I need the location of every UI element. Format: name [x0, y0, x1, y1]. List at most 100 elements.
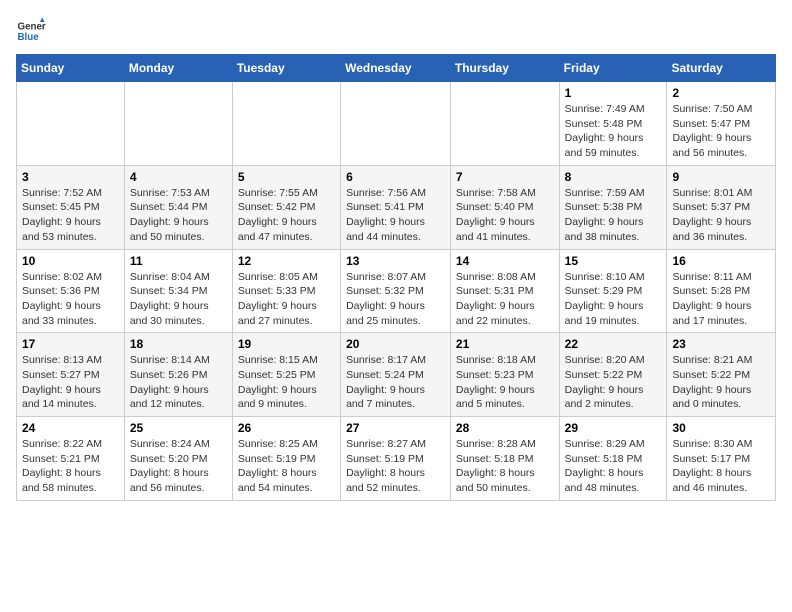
day-number: 6 [346, 170, 445, 184]
calendar-cell: 11 Sunrise: 8:04 AMSunset: 5:34 PMDayligh… [124, 249, 232, 333]
day-info: Sunrise: 8:27 AMSunset: 5:19 PMDaylight:… [346, 437, 445, 496]
day-number: 5 [238, 170, 335, 184]
day-number: 4 [130, 170, 227, 184]
day-number: 18 [130, 337, 227, 351]
calendar-cell: 15 Sunrise: 8:10 AMSunset: 5:29 PMDayligh… [559, 249, 667, 333]
day-info: Sunrise: 8:30 AMSunset: 5:17 PMDaylight:… [672, 437, 770, 496]
logo-icon: General Blue [16, 16, 46, 46]
day-number: 13 [346, 254, 445, 268]
day-info: Sunrise: 8:29 AMSunset: 5:18 PMDaylight:… [565, 437, 662, 496]
calendar-cell: 24Sunrise: 8:22 AMSunset: 5:21 PMDayligh… [17, 417, 125, 501]
day-number: 3 [22, 170, 119, 184]
day-info: Sunrise: 8:24 AMSunset: 5:20 PMDaylight:… [130, 437, 227, 496]
calendar-cell: 8 Sunrise: 7:59 AMSunset: 5:38 PMDaylight… [559, 165, 667, 249]
calendar-cell: 1 Sunrise: 7:49 AMSunset: 5:48 PMDaylight… [559, 82, 667, 166]
calendar-cell [232, 82, 340, 166]
calendar-cell: 13 Sunrise: 8:07 AMSunset: 5:32 PMDayligh… [341, 249, 451, 333]
day-number: 12 [238, 254, 335, 268]
svg-text:General: General [18, 22, 47, 33]
day-info: Sunrise: 7:58 AMSunset: 5:40 PMDaylight:… [456, 186, 554, 245]
day-info: Sunrise: 8:08 AMSunset: 5:31 PMDaylight:… [456, 270, 554, 329]
day-info: Sunrise: 7:55 AMSunset: 5:42 PMDaylight:… [238, 186, 335, 245]
day-number: 25 [130, 421, 227, 435]
day-info: Sunrise: 8:14 AMSunset: 5:26 PMDaylight:… [130, 353, 227, 412]
logo: General Blue [16, 16, 50, 46]
svg-text:Blue: Blue [18, 32, 40, 43]
calendar-cell: 29 Sunrise: 8:29 AMSunset: 5:18 PMDayligh… [559, 417, 667, 501]
day-info: Sunrise: 7:59 AMSunset: 5:38 PMDaylight:… [565, 186, 662, 245]
calendar-cell: 26Sunrise: 8:25 AMSunset: 5:19 PMDayligh… [232, 417, 340, 501]
day-info: Sunrise: 8:11 AMSunset: 5:28 PMDaylight:… [672, 270, 770, 329]
calendar-cell: 5 Sunrise: 7:55 AMSunset: 5:42 PMDaylight… [232, 165, 340, 249]
day-number: 15 [565, 254, 662, 268]
day-number: 21 [456, 337, 554, 351]
day-number: 24 [22, 421, 119, 435]
day-info: Sunrise: 8:01 AMSunset: 5:37 PMDaylight:… [672, 186, 770, 245]
weekday-header: Sunday [17, 55, 125, 82]
day-info: Sunrise: 8:04 AMSunset: 5:34 PMDaylight:… [130, 270, 227, 329]
calendar-week-row: 24Sunrise: 8:22 AMSunset: 5:21 PMDayligh… [17, 417, 776, 501]
day-info: Sunrise: 8:21 AMSunset: 5:22 PMDaylight:… [672, 353, 770, 412]
calendar-cell: 19 Sunrise: 8:15 AMSunset: 5:25 PMDayligh… [232, 333, 340, 417]
calendar-cell [450, 82, 559, 166]
day-info: Sunrise: 7:56 AMSunset: 5:41 PMDaylight:… [346, 186, 445, 245]
day-info: Sunrise: 7:49 AMSunset: 5:48 PMDaylight:… [565, 102, 662, 161]
weekday-header: Thursday [450, 55, 559, 82]
day-number: 14 [456, 254, 554, 268]
calendar-cell: 14 Sunrise: 8:08 AMSunset: 5:31 PMDayligh… [450, 249, 559, 333]
weekday-header: Monday [124, 55, 232, 82]
weekday-header: Friday [559, 55, 667, 82]
calendar-cell: 12 Sunrise: 8:05 AMSunset: 5:33 PMDayligh… [232, 249, 340, 333]
calendar-cell: 9Sunrise: 8:01 AMSunset: 5:37 PMDaylight… [667, 165, 776, 249]
calendar-cell: 21 Sunrise: 8:18 AMSunset: 5:23 PMDayligh… [450, 333, 559, 417]
calendar-cell: 16 Sunrise: 8:11 AMSunset: 5:28 PMDayligh… [667, 249, 776, 333]
day-info: Sunrise: 8:10 AMSunset: 5:29 PMDaylight:… [565, 270, 662, 329]
page-header: General Blue [16, 16, 776, 46]
calendar-cell [124, 82, 232, 166]
day-number: 22 [565, 337, 662, 351]
day-info: Sunrise: 8:28 AMSunset: 5:18 PMDaylight:… [456, 437, 554, 496]
calendar-cell: 4 Sunrise: 7:53 AMSunset: 5:44 PMDaylight… [124, 165, 232, 249]
calendar-week-row: 1 Sunrise: 7:49 AMSunset: 5:48 PMDaylight… [17, 82, 776, 166]
day-info: Sunrise: 8:18 AMSunset: 5:23 PMDaylight:… [456, 353, 554, 412]
day-info: Sunrise: 8:17 AMSunset: 5:24 PMDaylight:… [346, 353, 445, 412]
day-info: Sunrise: 7:53 AMSunset: 5:44 PMDaylight:… [130, 186, 227, 245]
day-number: 29 [565, 421, 662, 435]
day-number: 16 [672, 254, 770, 268]
weekday-header: Saturday [667, 55, 776, 82]
weekday-header-row: SundayMondayTuesdayWednesdayThursdayFrid… [17, 55, 776, 82]
calendar-cell: 28Sunrise: 8:28 AMSunset: 5:18 PMDayligh… [450, 417, 559, 501]
weekday-header: Wednesday [341, 55, 451, 82]
calendar-cell: 30 Sunrise: 8:30 AMSunset: 5:17 PMDayligh… [667, 417, 776, 501]
day-number: 8 [565, 170, 662, 184]
day-number: 23 [672, 337, 770, 351]
weekday-header: Tuesday [232, 55, 340, 82]
day-info: Sunrise: 8:13 AMSunset: 5:27 PMDaylight:… [22, 353, 119, 412]
day-info: Sunrise: 8:05 AMSunset: 5:33 PMDaylight:… [238, 270, 335, 329]
day-number: 1 [565, 86, 662, 100]
day-number: 11 [130, 254, 227, 268]
day-number: 27 [346, 421, 445, 435]
day-number: 2 [672, 86, 770, 100]
calendar-week-row: 10Sunrise: 8:02 AMSunset: 5:36 PMDayligh… [17, 249, 776, 333]
day-info: Sunrise: 8:20 AMSunset: 5:22 PMDaylight:… [565, 353, 662, 412]
calendar-cell: 18 Sunrise: 8:14 AMSunset: 5:26 PMDayligh… [124, 333, 232, 417]
calendar-week-row: 17 Sunrise: 8:13 AMSunset: 5:27 PMDayligh… [17, 333, 776, 417]
day-info: Sunrise: 8:15 AMSunset: 5:25 PMDaylight:… [238, 353, 335, 412]
calendar-cell: 27 Sunrise: 8:27 AMSunset: 5:19 PMDayligh… [341, 417, 451, 501]
calendar-cell [341, 82, 451, 166]
day-number: 10 [22, 254, 119, 268]
calendar-cell: 10Sunrise: 8:02 AMSunset: 5:36 PMDayligh… [17, 249, 125, 333]
calendar-week-row: 3 Sunrise: 7:52 AMSunset: 5:45 PMDaylight… [17, 165, 776, 249]
calendar-cell: 3 Sunrise: 7:52 AMSunset: 5:45 PMDaylight… [17, 165, 125, 249]
day-number: 19 [238, 337, 335, 351]
calendar-cell: 2 Sunrise: 7:50 AMSunset: 5:47 PMDaylight… [667, 82, 776, 166]
day-number: 17 [22, 337, 119, 351]
day-number: 7 [456, 170, 554, 184]
calendar-cell: 17 Sunrise: 8:13 AMSunset: 5:27 PMDayligh… [17, 333, 125, 417]
day-info: Sunrise: 7:52 AMSunset: 5:45 PMDaylight:… [22, 186, 119, 245]
day-info: Sunrise: 7:50 AMSunset: 5:47 PMDaylight:… [672, 102, 770, 161]
day-info: Sunrise: 8:07 AMSunset: 5:32 PMDaylight:… [346, 270, 445, 329]
day-number: 30 [672, 421, 770, 435]
day-number: 20 [346, 337, 445, 351]
